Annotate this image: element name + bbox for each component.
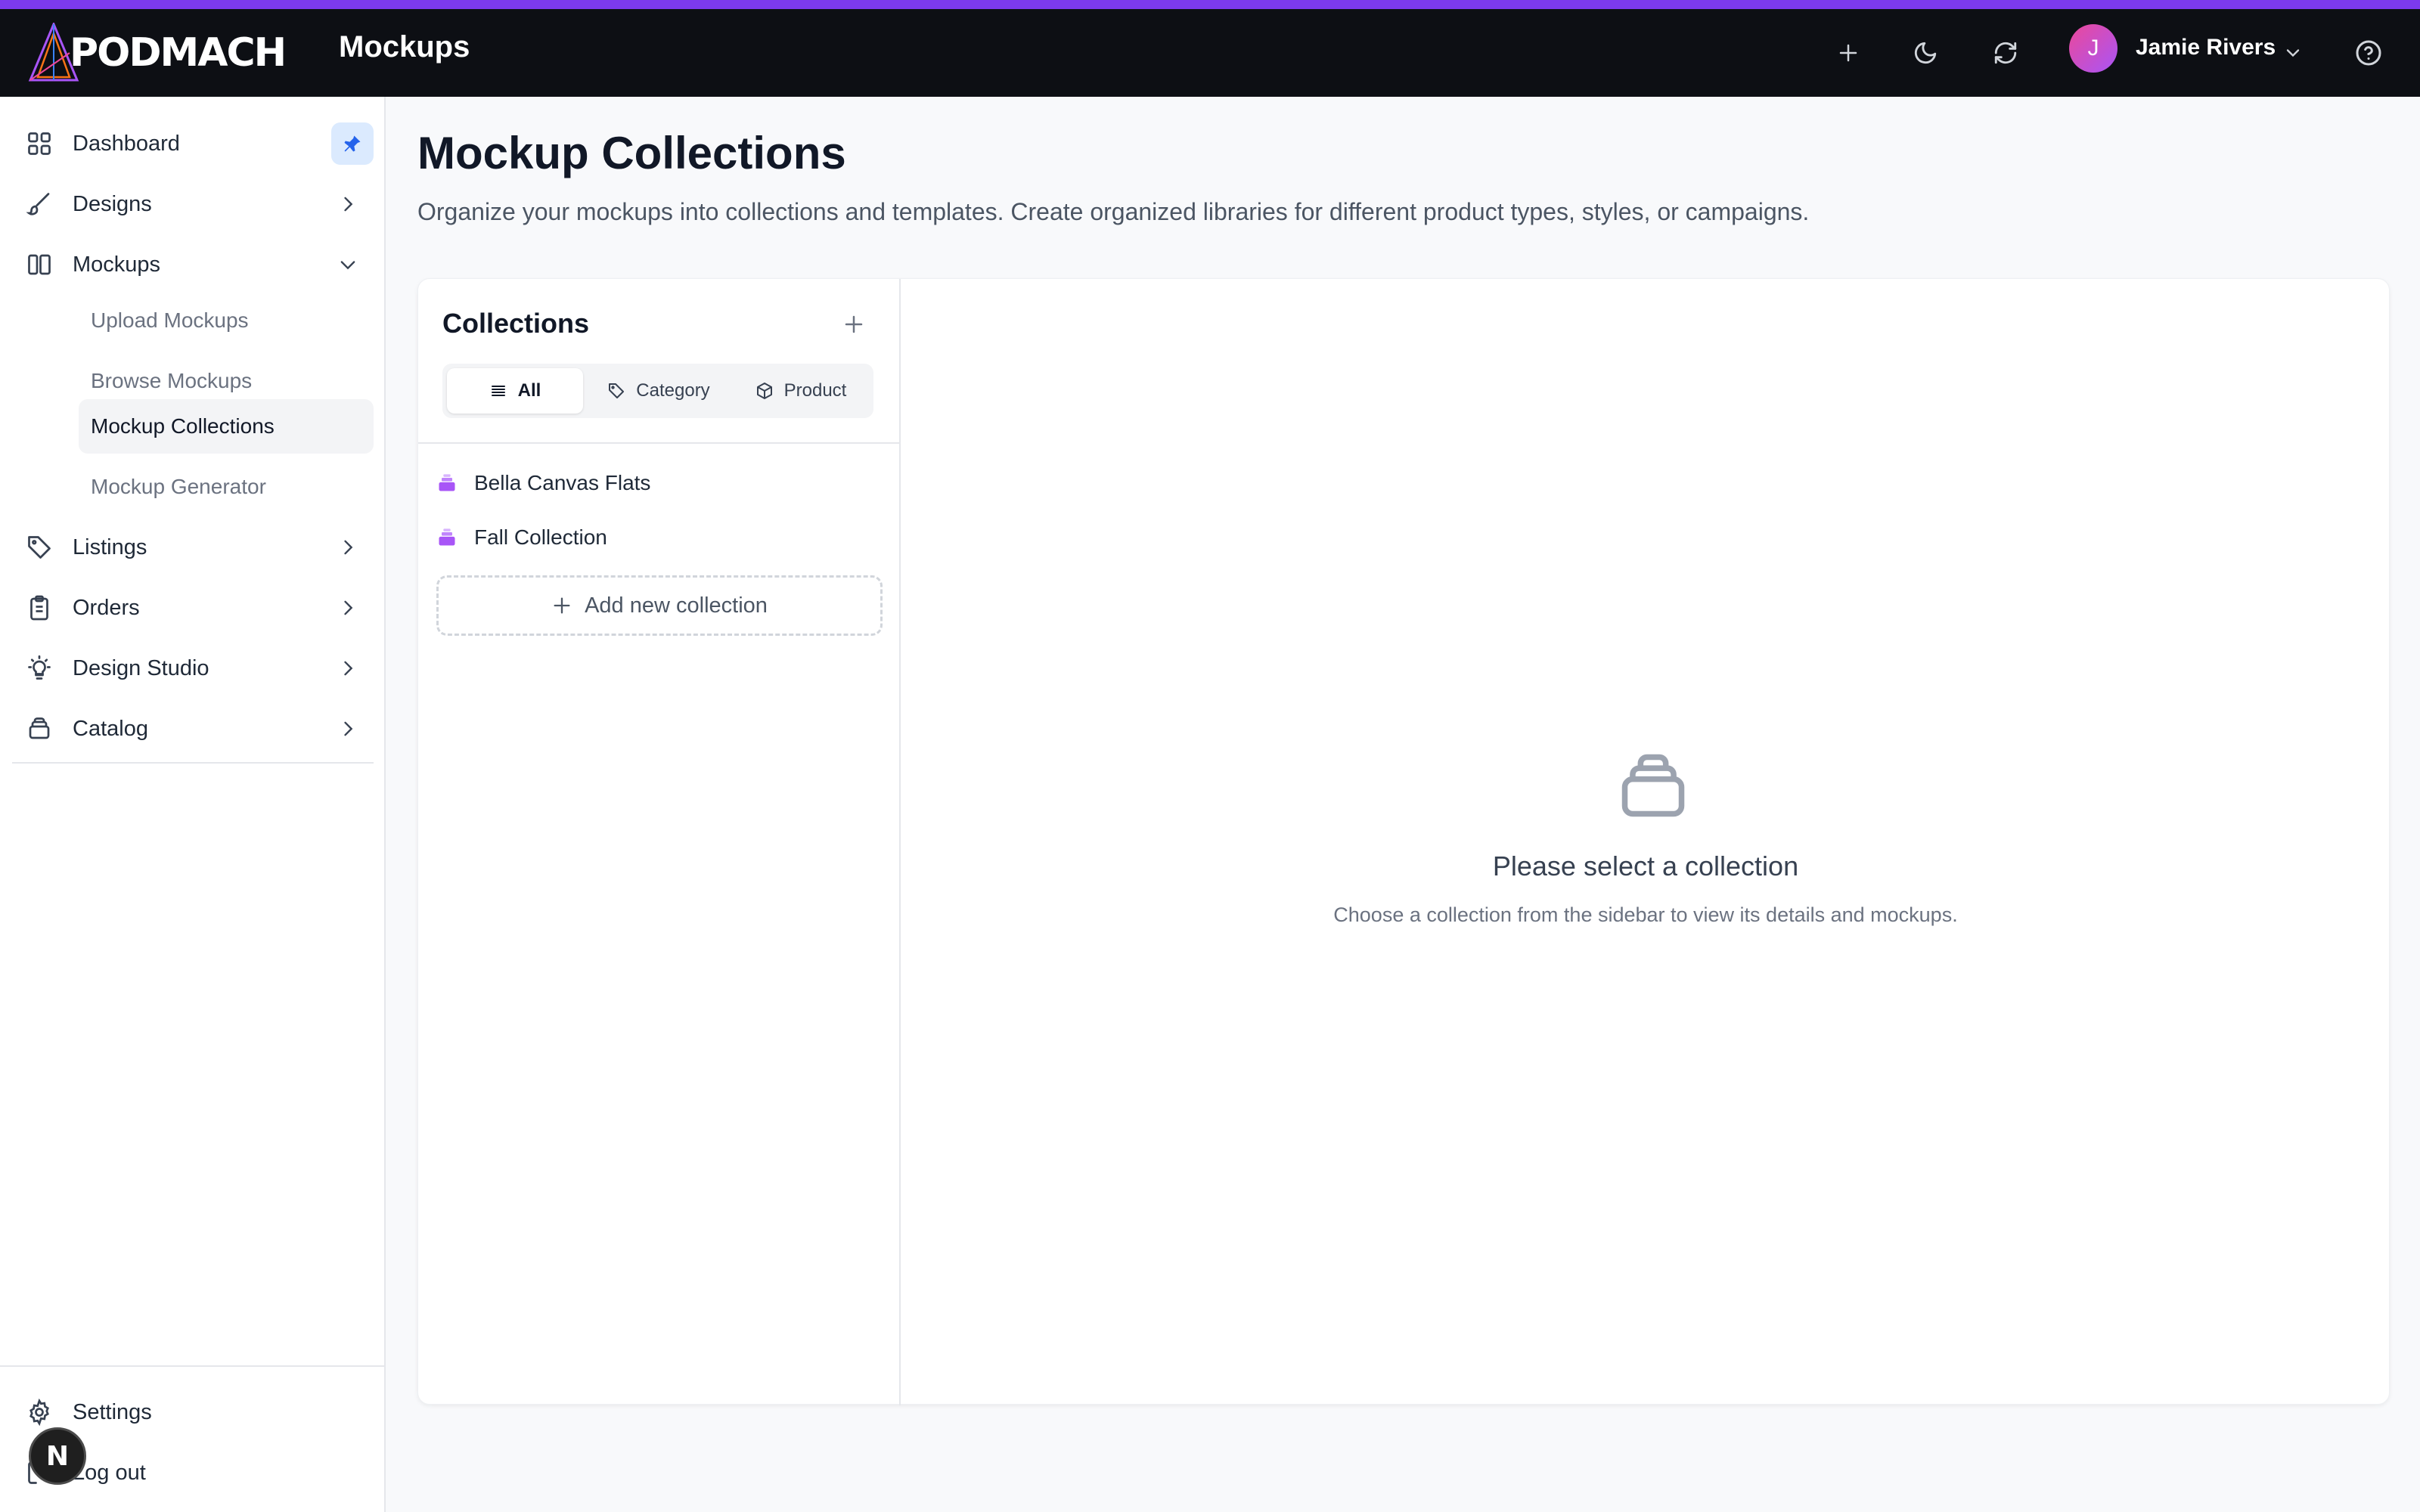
help-icon [2356, 40, 2381, 66]
grid-icon [28, 132, 51, 155]
tag-icon [28, 536, 51, 559]
chevron-down-icon [340, 261, 355, 270]
collections-title: Collections [442, 308, 590, 339]
sidebar-item-dashboard[interactable]: Dashboard [12, 116, 374, 171]
user-name[interactable]: Jamie Rivers [2136, 35, 2276, 60]
accent-strip [0, 0, 2420, 9]
sidebar-item-label: Catalog [73, 716, 148, 741]
clipboard-icon [30, 595, 48, 621]
moon-icon [1914, 42, 1937, 64]
sidebar-subitem-label: Browse Mockups [91, 369, 253, 392]
chevron-right-icon [344, 540, 353, 555]
sidebar-subitem-label: Mockup Collections [91, 414, 275, 438]
sidebar-item-label: Dashboard [73, 131, 180, 156]
sidebar-item-orders[interactable]: Orders [12, 581, 374, 635]
dark-mode-toggle[interactable] [1904, 32, 1947, 74]
collections-card: Collections All Category Product Bella C… [417, 278, 2390, 1405]
collections-panel: Collections All Category Product Bella C… [418, 279, 901, 1405]
collection-item-label: Fall Collection [474, 525, 607, 549]
tab-label: Category [636, 380, 710, 401]
tab-product[interactable]: Product [733, 368, 869, 414]
chevron-down-icon [2286, 49, 2300, 57]
collection-placeholder-icon [1621, 754, 1685, 817]
chevron-right-icon [344, 721, 353, 736]
add-collection-icon-button[interactable] [836, 306, 872, 342]
empty-state-text: Choose a collection from the sidebar to … [1333, 903, 1958, 926]
refresh-icon [1994, 42, 2017, 64]
sidebar-item-label: Mockups [73, 252, 161, 277]
chevron-right-icon [344, 600, 353, 615]
header-title: Mockups [339, 30, 470, 64]
list-icon [491, 386, 505, 396]
sidebar-subitem-label: Upload Mockups [91, 308, 249, 332]
sidebar-item-label: Orders [73, 595, 140, 620]
collection-filter-tabs: All Category Product [442, 364, 873, 418]
panel-divider [418, 442, 899, 444]
layers-icon [29, 717, 50, 739]
sidebar-item-label: Settings [73, 1399, 152, 1424]
sidebar-item-listings[interactable]: Listings [12, 520, 374, 575]
tab-label: Product [783, 380, 847, 401]
sidebar-subitem-mockup-generator[interactable]: Mockup Generator [79, 460, 374, 514]
plus-icon [554, 597, 570, 614]
help-button[interactable] [2347, 32, 2390, 74]
collection-item[interactable]: Bella Canvas Flats [436, 460, 883, 506]
avatar[interactable]: J [2069, 24, 2118, 73]
page-subtitle: Organize your mockups into collections a… [417, 198, 1810, 225]
gear-icon [29, 1399, 49, 1426]
collection-icon [439, 528, 455, 546]
tab-label: All [517, 380, 541, 401]
add-collection-label: Add new collection [585, 593, 768, 618]
tab-all[interactable]: All [447, 368, 583, 414]
sidebar-subitem-label: Mockup Generator [91, 475, 266, 498]
box-icon [756, 383, 772, 399]
user-menu-toggle[interactable] [2272, 32, 2314, 74]
sidebar-item-design-studio[interactable]: Design Studio [12, 641, 374, 696]
page-title: Mockup Collections [417, 128, 846, 178]
chevron-right-icon [344, 661, 353, 676]
plus-icon [1839, 44, 1857, 62]
pin-button[interactable] [331, 122, 374, 165]
dev-badge[interactable]: N [29, 1427, 86, 1485]
top-bar: PODMACH Mockups J Jamie Rivers [0, 9, 2420, 97]
plus-icon [845, 315, 863, 333]
empty-state-title: Please select a collection [1492, 850, 1799, 881]
sidebar-divider [12, 762, 374, 764]
sidebar: Dashboard Designs Mockups Upload Mockups… [0, 97, 386, 1512]
sidebar-item-designs[interactable]: Designs [12, 177, 374, 231]
collection-icon [439, 474, 455, 491]
columns-icon [28, 254, 51, 275]
sidebar-item-mockups[interactable]: Mockups [12, 237, 374, 292]
add-button[interactable] [1827, 32, 1869, 74]
chevron-right-icon [344, 197, 353, 212]
sidebar-item-label: Designs [73, 191, 152, 216]
sidebar-item-label: Listings [73, 534, 147, 559]
collection-item-label: Bella Canvas Flats [474, 471, 651, 494]
pin-icon [344, 135, 361, 152]
sidebar-divider [0, 1365, 384, 1367]
brush-icon [26, 193, 50, 215]
lightbulb-icon [28, 655, 51, 680]
sidebar-item-catalog[interactable]: Catalog [12, 702, 374, 756]
collection-item[interactable]: Fall Collection [436, 515, 883, 560]
tab-category[interactable]: Category [591, 368, 727, 414]
sidebar-item-label: Design Studio [73, 655, 209, 680]
logo[interactable]: PODMACH [27, 18, 287, 88]
refresh-button[interactable] [1984, 32, 2027, 74]
add-new-collection-button[interactable]: Add new collection [436, 575, 883, 636]
sidebar-subitem-upload-mockups[interactable]: Upload Mockups [79, 293, 374, 348]
logo-text: PODMACH [70, 30, 287, 76]
tag-icon [609, 383, 625, 398]
sidebar-subitem-mockup-collections[interactable]: Mockup Collections [79, 399, 374, 454]
